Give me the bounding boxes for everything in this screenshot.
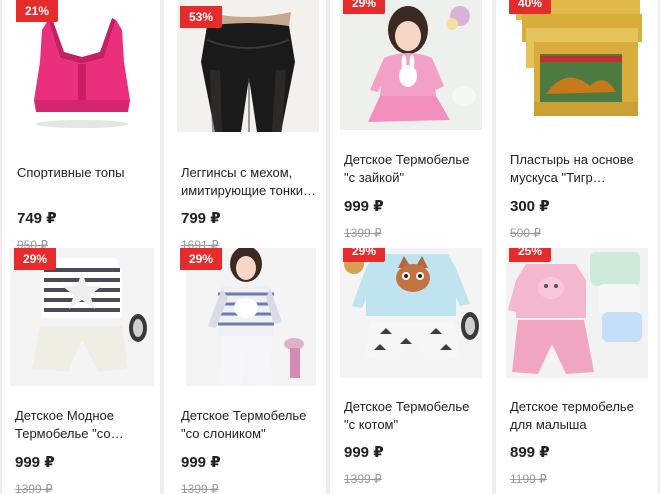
product-card[interactable]: 29% Детское Термобелье "со слоником" 999…	[164, 248, 326, 494]
product-old-price: 500 ₽	[510, 226, 541, 240]
discount-badge: 29%	[14, 248, 56, 270]
product-price: 749 ₽	[17, 210, 57, 227]
product-card[interactable]: 40% Пластырь на основе мускуса "Тигр… 30…	[496, 0, 658, 248]
product-old-price: 950 ₽	[17, 238, 48, 248]
product-price: 799 ₽	[181, 210, 221, 227]
product-title[interactable]: Спортивные топы	[17, 164, 157, 200]
discount-badge: 29%	[180, 248, 222, 270]
product-title[interactable]: Детское термобелье для малыша	[510, 398, 650, 434]
product-card[interactable]: 29% Детское Термобелье "с зайкой" 999 ₽ …	[330, 0, 492, 248]
pajama-bunny-image[interactable]	[340, 0, 482, 130]
product-card[interactable]: 21% Спортивные топы 749 ₽ 950 ₽	[2, 0, 160, 248]
product-old-price: 1199 ₽	[510, 472, 547, 486]
product-title[interactable]: Пластырь на основе мускуса "Тигр…	[510, 151, 650, 187]
product-price: 999 ₽	[344, 444, 384, 461]
product-card[interactable]: 29% Детское Модное Термобелье "со… 999 ₽…	[2, 248, 160, 494]
product-old-price: 1399 ₽	[344, 226, 382, 240]
product-old-price: 1691 ₽	[181, 238, 219, 248]
product-title[interactable]: Леггинсы с мехом, имитирующие тонки…	[181, 164, 321, 200]
discount-badge: 29%	[343, 0, 385, 14]
product-price: 999 ₽	[344, 198, 384, 215]
product-title[interactable]: Детское Термобелье "со слоником"	[181, 407, 321, 443]
discount-badge: 40%	[509, 0, 551, 14]
product-title[interactable]: Детское Модное Термобелье "со…	[15, 407, 155, 443]
product-price: 899 ₽	[510, 444, 550, 461]
product-card[interactable]: 29% Детское Термобелье "с котом" 999 ₽ 1…	[330, 248, 492, 494]
discount-badge: 29%	[343, 248, 385, 262]
product-old-price: 1399 ₽	[181, 482, 219, 494]
product-title[interactable]: Детское Термобелье "с зайкой"	[344, 151, 484, 187]
musk-patch-image[interactable]	[506, 0, 648, 130]
product-old-price: 1399 ₽	[15, 482, 53, 494]
product-card[interactable]: 25% Детское термобелье для малыша 899 ₽ …	[496, 248, 658, 494]
pajama-baby-image[interactable]	[506, 248, 648, 378]
pajama-cat-image[interactable]	[340, 248, 482, 378]
product-price: 999 ₽	[15, 454, 55, 471]
product-title[interactable]: Детское Термобелье "с котом"	[344, 398, 484, 434]
discount-badge: 53%	[180, 6, 222, 28]
product-card[interactable]: 53% Леггинсы с мехом, имитирующие тонки……	[164, 0, 326, 248]
product-price: 300 ₽	[510, 198, 550, 215]
discount-badge: 21%	[16, 0, 58, 22]
product-old-price: 1399 ₽	[344, 472, 382, 486]
product-price: 999 ₽	[181, 454, 221, 471]
discount-badge: 25%	[509, 248, 551, 262]
